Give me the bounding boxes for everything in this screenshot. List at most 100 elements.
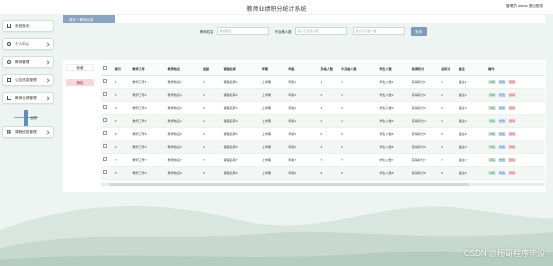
teacher-name-input[interactable]: 教师姓名: [216, 27, 269, 35]
row-checkbox[interactable]: [103, 144, 107, 148]
detail-button[interactable]: 详情: [488, 79, 497, 84]
table-cell: 上学期: [259, 153, 287, 167]
table-scrollbar[interactable]: [101, 183, 545, 186]
sidebar-item-teachers[interactable]: 教师管理: [2, 56, 54, 68]
table-cell: 2: [318, 88, 340, 102]
edit-button[interactable]: 修改: [498, 144, 507, 149]
edit-button[interactable]: 修改: [498, 170, 507, 175]
table-cell: 年级5: [286, 127, 319, 141]
table-cell: 课程名称1: [221, 75, 260, 89]
table-cell: 学生人数1: [377, 75, 410, 89]
table-cell: 获得积分1: [409, 75, 440, 89]
teacher-name-label: 教师姓名: [200, 29, 214, 34]
table-row[interactable]: 6 教师工号6 教师姓名6 6 课程名称6 上学期 年级6 6 6 学生人数6 获得积分6 6 备注6 详…: [101, 140, 545, 154]
delete-row-button[interactable]: 删除: [508, 131, 517, 136]
row-select-cell[interactable]: [101, 127, 113, 141]
row-select-cell[interactable]: [101, 140, 113, 154]
delete-row-button[interactable]: 删除: [508, 92, 517, 97]
detail-button[interactable]: 详情: [488, 105, 497, 110]
table-cell: 教师工号6: [130, 140, 166, 154]
breadcrumb-current: 教师业绩: [79, 17, 94, 22]
table-row[interactable]: 5 教师工号5 教师姓名5 5 课程名称5 上学期 年级5 5 5 学生人数5 获得积分5 5 备注5 详…: [101, 127, 545, 141]
row-checkbox[interactable]: [103, 170, 107, 174]
row-checkbox[interactable]: [103, 105, 107, 109]
table-row[interactable]: 3 教师工号3 教师姓名3 3 课程名称3 上学期 年级3 3 3 学生人数3 获得积分3 3 备注3 详…: [101, 101, 545, 115]
table-cell: 5: [439, 127, 457, 141]
edit-button[interactable]: 修改: [498, 118, 507, 123]
row-select-cell[interactable]: [101, 75, 113, 89]
row-checkbox[interactable]: [103, 157, 107, 161]
row-checkbox[interactable]: [103, 131, 107, 135]
person-icon: [7, 60, 11, 64]
table-cell: 教师姓名1: [165, 75, 201, 89]
user-info[interactable]: 管理员 admin 退出登录: [506, 4, 543, 9]
breadcrumb-home[interactable]: 首页: [69, 17, 76, 22]
detail-button[interactable]: 详情: [488, 118, 497, 123]
delete-button[interactable]: 删除: [66, 79, 94, 86]
row-select-cell[interactable]: [101, 153, 113, 167]
table-row[interactable]: 4 教师工号4 教师姓名4 4 课程名称4 上学期 年级4 4 4 学生人数4 获得积分4 4 备注4 详…: [101, 114, 545, 128]
table-cell: 年级7: [286, 153, 319, 167]
table-cell: 教师工号3: [130, 101, 166, 115]
table-cell: 课程名称3: [221, 101, 260, 115]
table-cell: 上学期: [259, 166, 287, 180]
edit-button[interactable]: 修改: [498, 105, 507, 110]
table-header-row: 索引 教师工号 教师姓名 班级 课程名称 学期 年级 及格人数 不及格人数 学生人数 获得积分 总积分…: [101, 62, 545, 76]
edit-button[interactable]: 修改: [498, 131, 507, 136]
delete-row-button[interactable]: 删除: [508, 79, 517, 84]
select-all-checkbox[interactable]: [103, 65, 107, 70]
column-header: 学生人数: [377, 62, 410, 76]
delete-row-button[interactable]: 删除: [508, 144, 517, 149]
min-fail-input[interactable]: 最小不及格人数: [294, 27, 347, 35]
table-row[interactable]: 8 教师工号8 教师姓名8 8 课程名称8 上学期 年级8 8 8 学生人数8 获得积分8 8 备注8 详…: [101, 166, 545, 180]
row-actions: 详情 修改 删除: [486, 75, 545, 89]
add-button[interactable]: 新增: [66, 64, 94, 71]
table-row[interactable]: 1 教师工号1 教师姓名1 1 课程名称1 上学期 年级1 1 1 学生人数1 获得积分1 1 备注1 详…: [101, 75, 545, 89]
table-row[interactable]: 2 教师工号2 教师姓名2 2 课程名称2 上学期 年级2 2 2 学生人数2 获得积分2 2 备注2 详…: [101, 88, 545, 102]
table-cell: 教师工号7: [130, 153, 166, 167]
sidebar-item-notices[interactable]: 公告信息管理: [2, 74, 54, 86]
sidebar-item-profile[interactable]: 个人中心: [2, 38, 54, 50]
table-cell: 备注3: [456, 101, 487, 115]
row-select-cell[interactable]: [101, 88, 113, 102]
delete-row-button[interactable]: 删除: [508, 105, 517, 110]
table-cell: 3: [439, 101, 457, 115]
table-cell: 备注1: [456, 75, 487, 89]
table-cell: 4: [112, 114, 131, 128]
detail-button[interactable]: 详情: [488, 157, 497, 162]
detail-button[interactable]: 详情: [488, 131, 497, 136]
table-row[interactable]: 7 教师工号7 教师姓名7 7 课程名称7 上学期 年级7 7 7 学生人数7 获得积分7 7 备注7 详…: [101, 153, 545, 167]
sidebar-item-performance[interactable]: 教师业绩管理: [2, 92, 54, 104]
table-cell: 教师姓名7: [165, 153, 201, 167]
detail-button[interactable]: 详情: [488, 92, 497, 97]
delete-row-button[interactable]: 删除: [508, 118, 517, 123]
table-cell: 教师工号8: [130, 166, 166, 180]
row-actions: 详情 修改 删除: [486, 140, 545, 154]
row-checkbox[interactable]: [103, 79, 107, 83]
sidebar-item-courses[interactable]: 课程信息管理: [2, 126, 54, 138]
search-button[interactable]: 查询: [410, 26, 427, 36]
sidebar-item-home[interactable]: 系统首页: [2, 20, 54, 32]
row-select-cell[interactable]: [101, 114, 113, 128]
scrollbar-thumb[interactable]: [109, 183, 469, 186]
table-cell: 7: [112, 153, 131, 167]
row-checkbox[interactable]: [103, 92, 107, 96]
max-fail-input[interactable]: 最大不及格人数: [352, 27, 405, 35]
breadcrumb: 首页 > 教师业绩: [63, 15, 115, 23]
edit-button[interactable]: 修改: [498, 157, 507, 162]
drag-handle[interactable]: [24, 110, 28, 126]
drag-label: 业绩: [30, 116, 37, 120]
delete-row-button[interactable]: 删除: [508, 157, 517, 162]
row-select-cell[interactable]: [101, 166, 113, 180]
table-cell: 6: [112, 140, 131, 154]
row-checkbox[interactable]: [103, 118, 107, 122]
edit-button[interactable]: 修改: [498, 79, 507, 84]
edit-button[interactable]: 修改: [498, 92, 507, 97]
table-cell: 1: [318, 75, 340, 89]
select-all-header[interactable]: [101, 62, 113, 76]
table-cell: 2: [439, 88, 457, 102]
detail-button[interactable]: 详情: [488, 144, 497, 149]
delete-row-button[interactable]: 删除: [508, 170, 517, 175]
row-select-cell[interactable]: [101, 101, 113, 115]
detail-button[interactable]: 详情: [488, 170, 497, 175]
